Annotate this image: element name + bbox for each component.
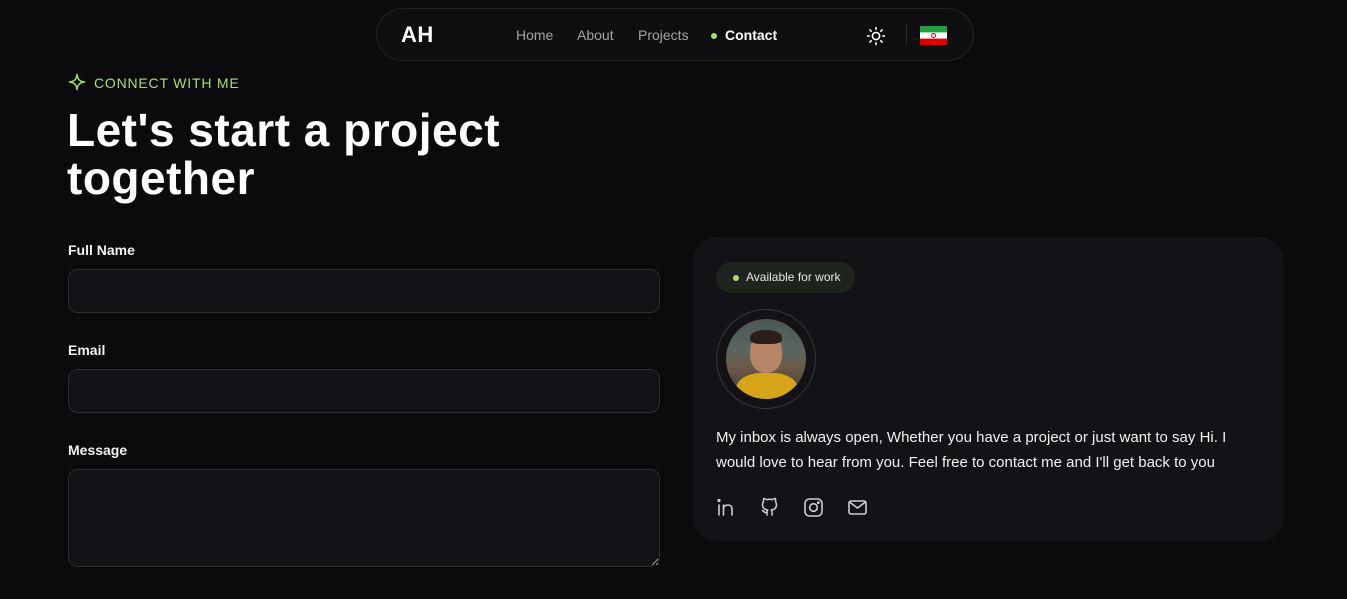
mail-icon[interactable] — [847, 497, 868, 518]
nav-link-contact[interactable]: Contact — [725, 27, 777, 43]
status-dot — [733, 275, 739, 281]
email-input[interactable] — [68, 369, 660, 413]
nav-link-about[interactable]: About — [577, 27, 614, 43]
linkedin-icon[interactable] — [716, 497, 737, 518]
logo[interactable]: AH — [401, 22, 434, 48]
avatar-ring — [716, 309, 816, 409]
eyebrow-text: CONNECT WITH ME — [94, 75, 240, 91]
message-label: Message — [68, 442, 128, 458]
full-name-label: Full Name — [68, 242, 135, 258]
top-navbar: AH Home About Projects Contact — [376, 8, 974, 61]
full-name-input[interactable] — [68, 269, 660, 313]
bio-text: My inbox is always open, Whether you hav… — [716, 429, 1227, 471]
nav-divider — [906, 24, 907, 46]
sun-icon[interactable] — [865, 25, 887, 47]
active-indicator-dot — [711, 33, 717, 39]
github-icon[interactable] — [759, 497, 780, 518]
nav-link-home[interactable]: Home — [516, 27, 553, 43]
message-textarea[interactable] — [68, 469, 660, 567]
email-label: Email — [68, 342, 106, 358]
availability-badge: Available for work — [716, 262, 855, 293]
availability-badge-text: Available for work — [746, 270, 841, 284]
nav-link-projects[interactable]: Projects — [638, 27, 689, 43]
sparkle-icon — [68, 73, 86, 91]
page-title: Let's start a project together — [67, 104, 501, 204]
instagram-icon[interactable] — [803, 497, 824, 518]
iran-flag-icon[interactable] — [920, 26, 947, 45]
contact-info-card: Available for work My inbox is always op… — [693, 237, 1284, 541]
avatar — [726, 319, 806, 399]
